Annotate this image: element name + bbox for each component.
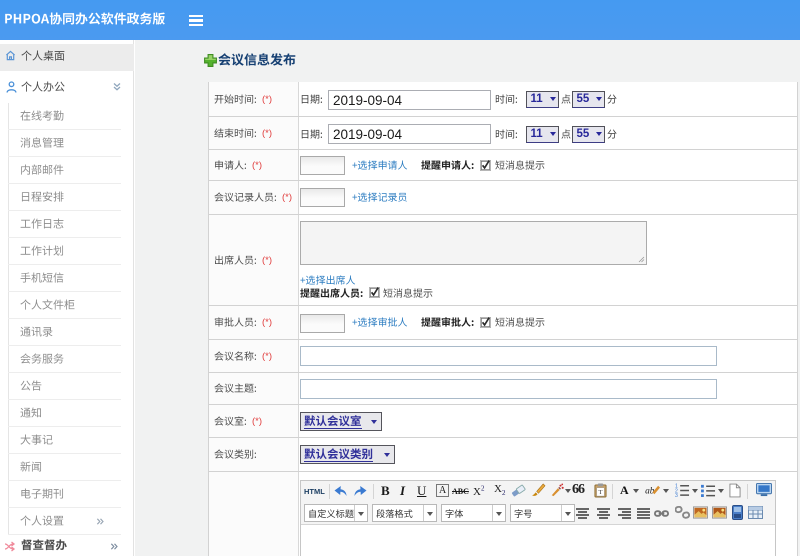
svg-text:T: T [599, 489, 603, 496]
svg-text:3: 3 [675, 493, 678, 497]
svg-text:ab: ab [645, 486, 655, 496]
